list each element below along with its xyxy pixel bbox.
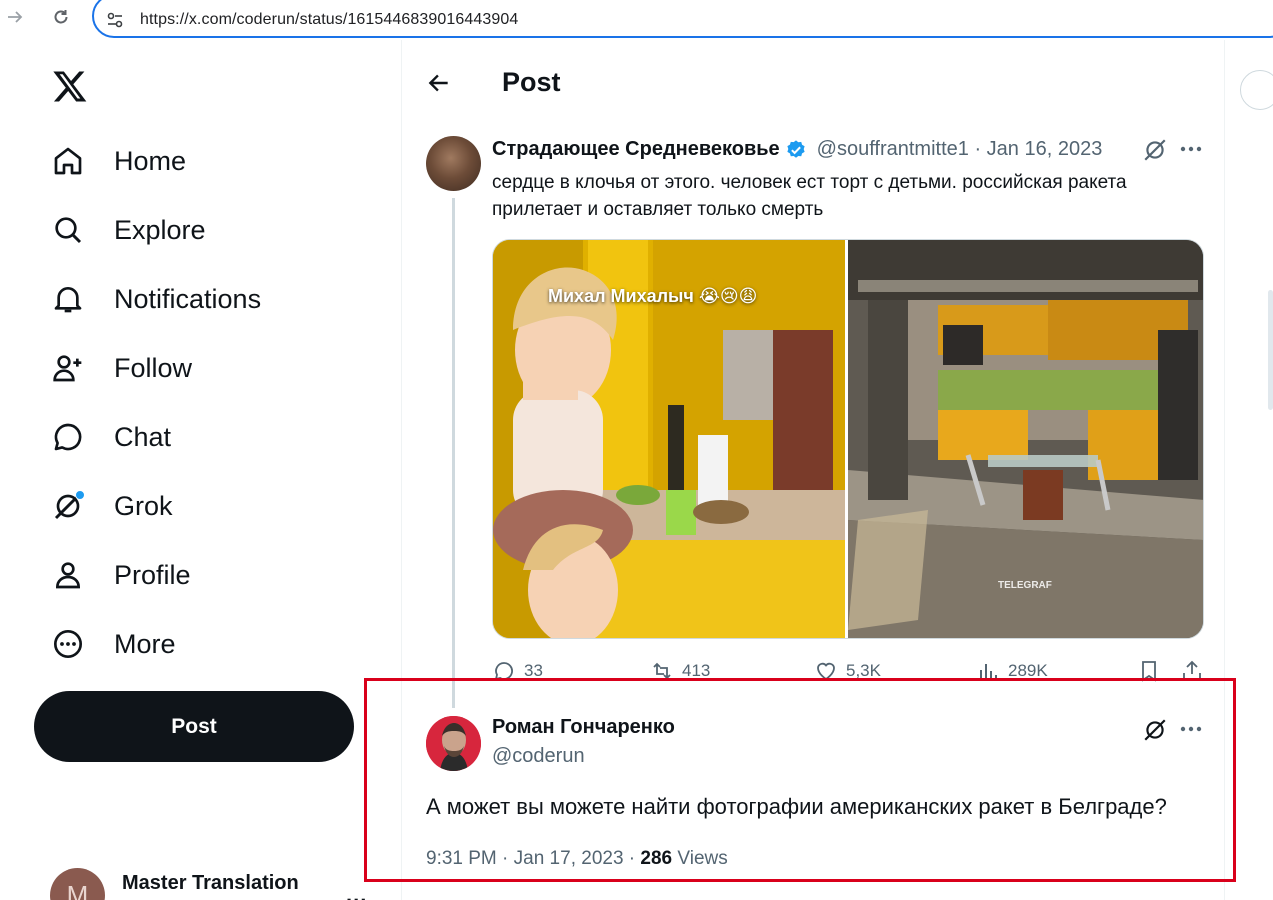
address-bar[interactable]: https://x.com/coderun/status/16154468390… <box>92 0 1273 38</box>
sidebar-item-grok[interactable]: Grok <box>50 481 173 531</box>
avatar: M <box>50 868 105 900</box>
sidebar-item-notifications[interactable]: Notifications <box>50 274 261 324</box>
media-caption: Михал Михалыч 😭😢😩 <box>548 286 758 306</box>
scrollbar[interactable] <box>1268 290 1273 410</box>
author-handle-date[interactable]: @souffrantmitte1 · Jan 16, 2023 <box>817 138 1103 161</box>
avatar[interactable] <box>426 136 481 191</box>
more-options-icon[interactable] <box>1178 136 1204 162</box>
sidebar-item-chat[interactable]: Chat <box>50 412 171 462</box>
sidebar-item-label: Profile <box>114 559 191 590</box>
media-watermark: TELEGRAF <box>998 580 1052 591</box>
more-circle-icon <box>50 626 86 662</box>
page-title: Post <box>502 67 561 97</box>
person-icon <box>50 557 86 593</box>
back-arrow-icon[interactable] <box>426 70 452 96</box>
browser-toolbar: https://x.com/coderun/status/16154468390… <box>0 0 1273 40</box>
sidebar-item-label: Chat <box>114 421 172 452</box>
sidebar-item-more[interactable]: More <box>50 619 176 669</box>
reload-icon[interactable] <box>50 6 72 28</box>
tweet-header: Страдающее Средневековье @souffrantmitte… <box>492 138 1102 161</box>
thread-connector <box>452 198 455 708</box>
home-icon <box>50 143 86 179</box>
search-icon <box>50 212 86 248</box>
grok-icon <box>50 488 86 524</box>
url-text[interactable]: https://x.com/coderun/status/16154468390… <box>140 11 518 29</box>
bell-icon <box>50 281 86 317</box>
media-image-kitchen-children[interactable]: Михал Михалыч 😭😢😩 <box>493 240 845 638</box>
author-name[interactable]: Страдающее Средневековье <box>492 138 780 161</box>
media-image-destroyed-kitchen[interactable]: TELEGRAF <box>848 240 1203 638</box>
x-logo-icon[interactable] <box>52 68 88 104</box>
sidebar-item-profile[interactable]: Profile <box>50 550 191 600</box>
account-menu-icon[interactable]: ... <box>346 882 367 900</box>
account-name: Master Translation <box>122 872 299 894</box>
right-sidebar-avatar <box>1240 70 1273 110</box>
sidebar-item-label: Notifications <box>114 283 262 314</box>
person-add-icon <box>50 350 86 386</box>
highlight-box <box>364 678 1236 882</box>
sidebar-item-follow[interactable]: Follow <box>50 343 192 393</box>
tweet-text: сердце в клочья от этого. человек ест то… <box>492 172 1127 220</box>
sidebar-item-explore[interactable]: Explore <box>50 205 206 255</box>
sidebar-item-label: More <box>114 628 176 659</box>
chat-icon <box>50 419 86 455</box>
sidebar-item-home[interactable]: Home <box>50 136 186 186</box>
site-settings-icon[interactable] <box>106 11 124 29</box>
photo-illustration <box>848 240 1203 638</box>
tweet-media[interactable]: Михал Михалыч 😭😢😩 TELEGRAF <box>492 239 1204 639</box>
verified-badge-icon <box>787 139 805 158</box>
left-sidebar: Home Explore Notifications Follow Chat G… <box>0 40 400 900</box>
sidebar-item-label: Home <box>114 145 187 176</box>
grok-icon[interactable] <box>1142 137 1168 163</box>
forward-icon[interactable] <box>4 6 26 28</box>
sidebar-item-label: Grok <box>114 490 173 521</box>
post-button[interactable]: Post <box>34 691 354 762</box>
sidebar-item-label: Explore <box>114 214 206 245</box>
sidebar-item-label: Follow <box>114 352 193 383</box>
notification-dot <box>75 490 85 500</box>
